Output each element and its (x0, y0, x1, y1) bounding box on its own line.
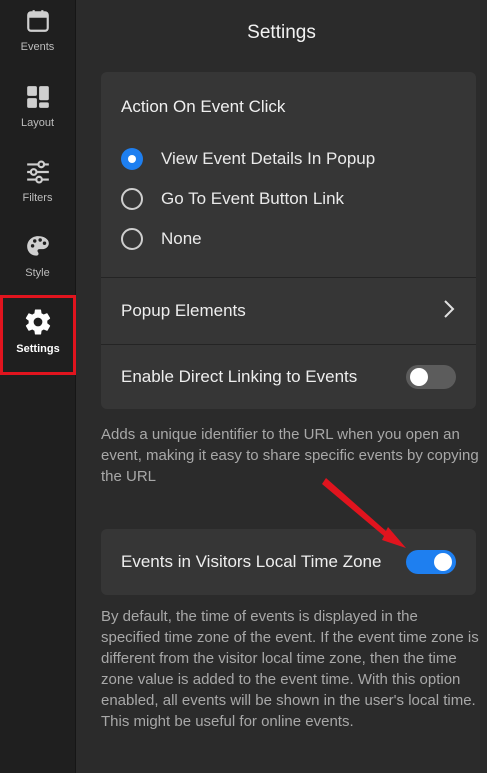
annotation-arrow (322, 478, 406, 548)
